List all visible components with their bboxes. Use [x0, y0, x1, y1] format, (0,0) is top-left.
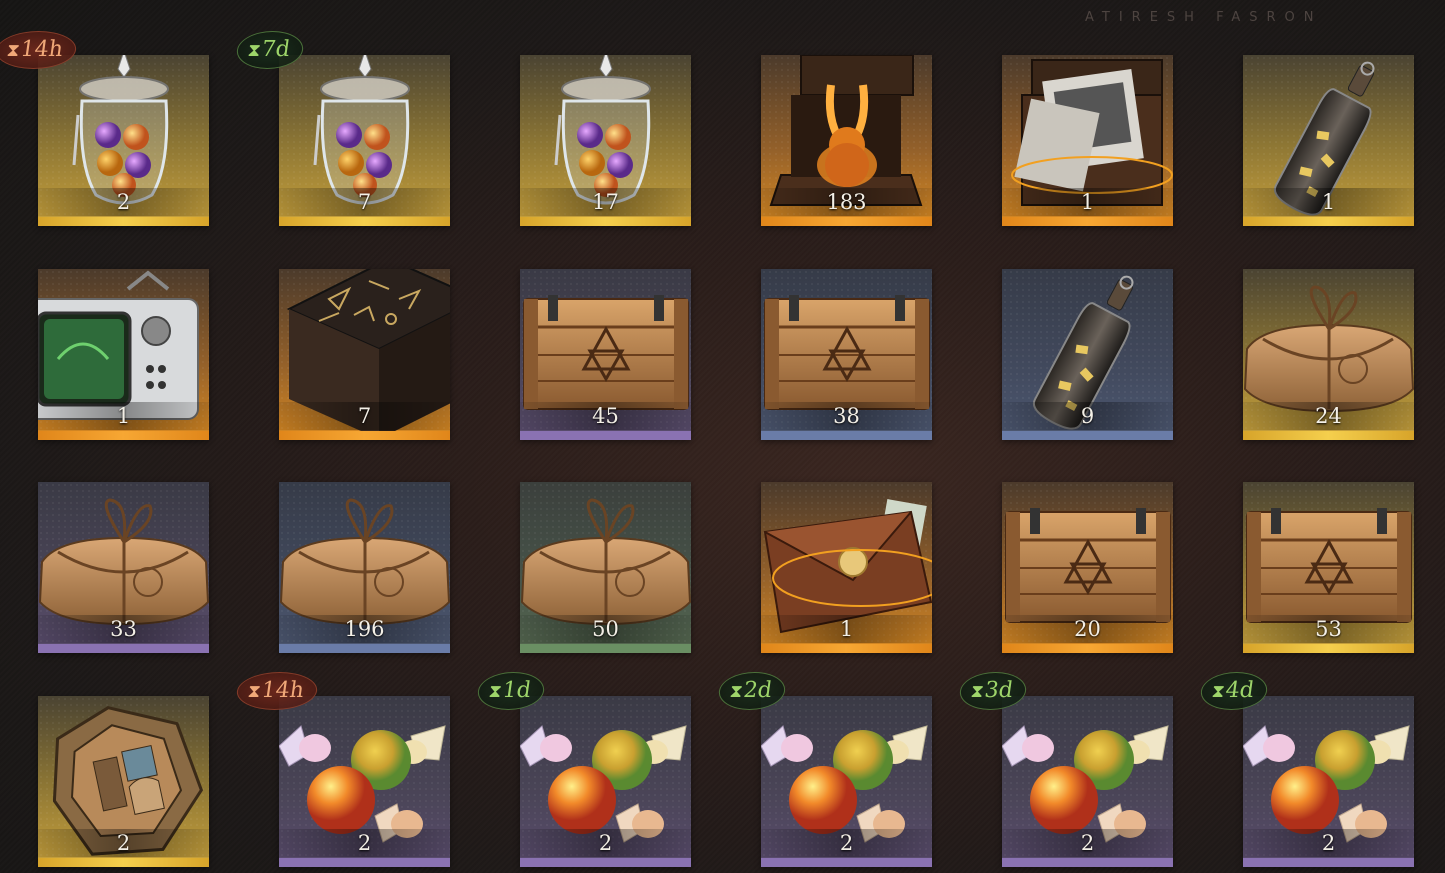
inventory-item-sealed-envelope[interactable]: 1 — [761, 482, 932, 653]
inventory-item-candy[interactable]: 2 — [1002, 696, 1173, 867]
inventory-item-wooden-crate[interactable]: 53 — [1243, 482, 1414, 653]
inventory-item-message-bottle[interactable]: 1 — [1243, 55, 1414, 226]
rarity-bar — [1243, 217, 1414, 226]
item-count: 2 — [38, 188, 209, 216]
inventory-item-candy[interactable]: 2 — [1243, 696, 1414, 867]
rarity-bar — [1243, 644, 1414, 653]
inventory-item-message-bottle[interactable]: 9 — [1002, 269, 1173, 440]
item-count: 7 — [279, 402, 450, 430]
rarity-bar — [761, 431, 932, 440]
item-count: 17 — [520, 188, 691, 216]
rarity-bar — [279, 644, 450, 653]
inventory-item-paper-parcel[interactable]: 24 — [1243, 269, 1414, 440]
item-count: 50 — [520, 615, 691, 643]
inventory-item-orb-jar[interactable]: 2 — [38, 55, 209, 226]
inventory-item-paper-parcel[interactable]: 33 — [38, 482, 209, 653]
item-count: 2 — [1243, 829, 1414, 857]
rarity-bar — [520, 431, 691, 440]
timer-text: 14h — [18, 37, 65, 62]
rarity-bar — [38, 217, 209, 226]
inventory-item-rune-table[interactable]: 7 — [279, 269, 450, 440]
rarity-bar — [279, 431, 450, 440]
item-count: 183 — [761, 188, 932, 216]
rarity-bar — [1002, 431, 1173, 440]
inventory-item-candy[interactable]: 2 — [279, 696, 450, 867]
item-count: 2 — [1002, 829, 1173, 857]
inventory-item-wooden-crate[interactable]: 20 — [1002, 482, 1173, 653]
inventory-item-photo-case[interactable]: 1 — [1002, 55, 1173, 226]
item-count: 2 — [38, 829, 209, 857]
rarity-bar — [761, 217, 932, 226]
item-count: 2 — [279, 829, 450, 857]
item-count: 20 — [1002, 615, 1173, 643]
inventory-item-rabbit-case[interactable]: 183 — [761, 55, 932, 226]
item-count: 45 — [520, 402, 691, 430]
rarity-bar — [1243, 431, 1414, 440]
item-count: 1 — [761, 615, 932, 643]
rarity-bar — [520, 858, 691, 867]
rarity-bar — [38, 644, 209, 653]
item-count: 38 — [761, 402, 932, 430]
item-count: 2 — [761, 829, 932, 857]
rarity-bar — [38, 858, 209, 867]
item-count: 2 — [520, 829, 691, 857]
inventory-item-paper-parcel[interactable]: 196 — [279, 482, 450, 653]
timer-text: 2d — [741, 678, 774, 703]
timer-text: 1d — [500, 678, 533, 703]
inventory-item-candy[interactable]: 2 — [761, 696, 932, 867]
rarity-bar — [520, 217, 691, 226]
rarity-bar — [520, 644, 691, 653]
timer-text: 7d — [259, 37, 292, 62]
timer-text: 14h — [259, 678, 306, 703]
item-count: 7 — [279, 188, 450, 216]
rarity-bar — [1243, 858, 1414, 867]
inventory-item-retro-tv[interactable]: 1 — [38, 269, 209, 440]
item-count: 9 — [1002, 402, 1173, 430]
inventory-item-orb-jar[interactable]: 7 — [279, 55, 450, 226]
rarity-bar — [761, 858, 932, 867]
inventory-item-puzzle-box[interactable]: 2 — [38, 696, 209, 867]
rarity-bar — [1002, 858, 1173, 867]
rarity-bar — [38, 431, 209, 440]
rarity-bar — [761, 644, 932, 653]
item-count: 53 — [1243, 615, 1414, 643]
item-count: 196 — [279, 615, 450, 643]
item-count: 24 — [1243, 402, 1414, 430]
item-count: 1 — [1243, 188, 1414, 216]
inventory-grid: 2 ⧗14h 7 ⧗7d 17 183 1 1 1 7 45 38 9 24 3… — [0, 0, 1445, 873]
rarity-bar — [1002, 644, 1173, 653]
inventory-item-orb-jar[interactable]: 17 — [520, 55, 691, 226]
timer-text: 3d — [982, 678, 1015, 703]
rarity-bar — [1002, 217, 1173, 226]
inventory-item-wooden-crate[interactable]: 45 — [520, 269, 691, 440]
inventory-item-paper-parcel[interactable]: 50 — [520, 482, 691, 653]
timer-text: 4d — [1223, 678, 1256, 703]
inventory-item-wooden-crate[interactable]: 38 — [761, 269, 932, 440]
rarity-bar — [279, 858, 450, 867]
item-count: 1 — [38, 402, 209, 430]
item-count: 33 — [38, 615, 209, 643]
item-count: 1 — [1002, 188, 1173, 216]
rarity-bar — [279, 217, 450, 226]
inventory-item-candy[interactable]: 2 — [520, 696, 691, 867]
